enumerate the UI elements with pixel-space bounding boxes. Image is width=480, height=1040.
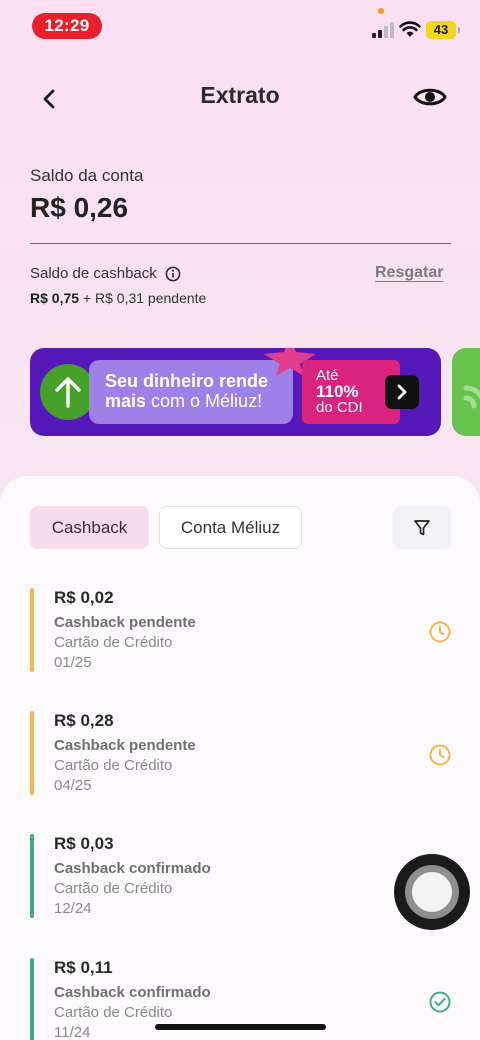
banner-line2-bold: mais (105, 391, 147, 411)
transaction-amount: R$ 0,28 (54, 711, 114, 730)
transaction-status: Cashback pendente (54, 614, 196, 631)
chevron-right-icon (397, 384, 407, 400)
transaction-item[interactable]: R$ 0,02 Cashback pendente Cartão de Créd… (30, 588, 460, 672)
filter-button[interactable] (393, 506, 451, 549)
battery-indicator: 43 (426, 21, 460, 39)
transaction-status: Cashback pendente (54, 737, 196, 754)
status-time: 12:29 (32, 13, 102, 39)
transaction-method: Cartão de Crédito (54, 1004, 173, 1021)
account-balance-value: R$ 0,26 (30, 192, 129, 223)
transaction-amount: R$ 0,11 (54, 958, 113, 977)
filter-icon (414, 519, 430, 535)
header: Extrato (0, 70, 480, 126)
transaction-item[interactable]: R$ 0,28 Cashback pendente Cartão de Créd… (30, 711, 460, 795)
transaction-status-bar (30, 711, 34, 795)
promo-banner[interactable]: Seu dinheiro rende mais com o Méliuz! At… (30, 348, 441, 436)
toggle-visibility-button[interactable] (412, 82, 448, 112)
transaction-amount: R$ 0,03 (54, 834, 114, 853)
transaction-status-bar (30, 834, 34, 918)
assistive-touch-ring (405, 865, 459, 919)
home-indicator[interactable] (155, 1024, 326, 1030)
cashback-balance-label-text: Saldo de cashback (30, 265, 157, 282)
clock-icon (429, 621, 451, 643)
tab-cashback[interactable]: Cashback (30, 506, 149, 549)
transaction-date: 12/24 (54, 900, 92, 917)
banner-line2: mais com o Méliuz! (105, 391, 293, 411)
transaction-status: Cashback confirmado (54, 860, 211, 877)
divider (30, 243, 451, 244)
clock-icon (429, 744, 451, 766)
cellular-signal-icon (372, 22, 394, 38)
account-balance-label: Saldo da conta (30, 166, 144, 185)
info-icon[interactable] (165, 266, 181, 282)
page-title: Extrato (200, 82, 280, 108)
transaction-date: 01/25 (54, 654, 92, 671)
transaction-method: Cartão de Crédito (54, 880, 173, 897)
wifi-decoration-icon (463, 385, 480, 409)
banner-line2-rest: com o Méliuz! (146, 391, 263, 411)
eye-icon (413, 88, 447, 106)
redeem-link[interactable]: Resgatar (375, 264, 443, 282)
check-circle-icon (429, 991, 451, 1013)
assistive-touch-button[interactable] (394, 854, 470, 930)
transaction-status: Cashback confirmado (54, 984, 211, 1001)
privacy-indicator-icon (378, 8, 384, 14)
cashback-pending: + R$ 0,31 pendente (79, 290, 207, 306)
cashback-amount: R$ 0,75 (30, 290, 80, 306)
wifi-icon (399, 21, 421, 37)
banner-next-button[interactable] (385, 375, 419, 409)
assistive-touch-core (412, 872, 452, 912)
transaction-date: 11/24 (54, 1024, 91, 1040)
transaction-method: Cartão de Crédito (54, 634, 173, 651)
transaction-status-bar (30, 958, 34, 1040)
next-promo-banner[interactable] (452, 348, 480, 436)
arrow-up-icon (40, 364, 96, 420)
status-bar: 12:29 43 (0, 0, 480, 52)
cashback-balance-values: R$ 0,75 + R$ 0,31 pendente (30, 290, 206, 306)
tab-conta-meliuz[interactable]: Conta Méliuz (159, 506, 302, 549)
transaction-status-bar (30, 588, 34, 672)
transaction-method: Cartão de Crédito (54, 757, 173, 774)
cashback-balance-label: Saldo de cashback (30, 265, 181, 282)
transaction-amount: R$ 0,02 (54, 588, 114, 607)
transaction-date: 04/25 (54, 777, 92, 794)
